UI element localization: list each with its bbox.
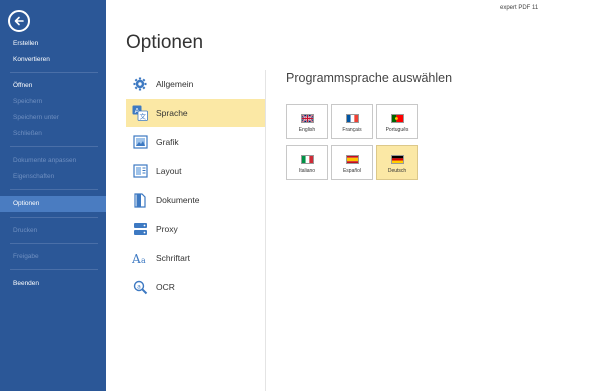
spain-flag-icon — [345, 155, 359, 164]
image-icon — [132, 134, 148, 150]
sidebar-divider — [10, 189, 98, 190]
category-dokumente[interactable]: Dokumente — [126, 186, 266, 214]
sidebar-divider — [10, 269, 98, 270]
sidebar-item-oeffnen[interactable]: Öffnen — [0, 78, 106, 94]
language-tile-portugues[interactable]: Português — [376, 104, 418, 139]
backstage-sidebar: Erstellen Konvertieren Öffnen Speichern … — [0, 0, 106, 391]
sidebar-item-speichern-unter: Speichern unter — [13, 114, 59, 121]
sidebar-item-eigenschaften: Eigenschaften — [13, 173, 55, 180]
category-grafik[interactable]: Grafik — [126, 128, 266, 156]
sidebar-item-freigabe: Freigabe — [13, 253, 39, 260]
sidebar-divider — [10, 243, 98, 244]
language-label: Português — [385, 127, 409, 133]
sidebar-item-schliessen: Schließen — [13, 130, 42, 137]
language-tile-english[interactable]: English — [286, 104, 328, 139]
category-sprache[interactable]: A文 Sprache — [126, 99, 266, 127]
sidebar-item-dokumente-anpassen: Dokumente anpassen — [13, 157, 77, 164]
layout-icon — [132, 163, 148, 179]
network-icon — [132, 221, 148, 237]
svg-text:a: a — [141, 256, 146, 265]
svg-text:A: A — [132, 252, 141, 265]
category-layout[interactable]: Layout — [126, 157, 266, 185]
sidebar-item-optionen[interactable]: Optionen — [0, 196, 106, 212]
category-label: Sprache — [156, 108, 188, 118]
svg-text:文: 文 — [140, 112, 147, 121]
section-title: Programmsprache auswählen — [286, 71, 453, 85]
germany-flag-icon — [390, 155, 404, 164]
category-label: Grafik — [156, 137, 179, 147]
sidebar-item-erstellen[interactable]: Erstellen — [0, 36, 106, 52]
language-label: Italiano — [298, 168, 316, 174]
svg-text:a: a — [137, 283, 141, 290]
sidebar-divider — [10, 146, 98, 147]
sidebar-item-beenden[interactable]: Beenden — [0, 276, 106, 292]
language-label: Français — [342, 127, 362, 133]
france-flag-icon — [345, 114, 359, 123]
category-label: Dokumente — [156, 195, 200, 205]
category-allgemein[interactable]: Allgemein — [126, 70, 266, 98]
document-icon — [132, 192, 148, 208]
sidebar-divider — [10, 72, 98, 73]
sidebar-divider — [10, 217, 98, 218]
font-icon: Aa — [132, 250, 148, 266]
language-label: Español — [342, 168, 362, 174]
sidebar-item-speichern: Speichern — [13, 98, 43, 105]
uk-flag-icon — [300, 114, 314, 123]
language-label: English — [298, 127, 316, 133]
category-label: Allgemein — [156, 79, 194, 89]
panel-divider — [265, 70, 266, 391]
language-tile-deutsch[interactable]: Deutsch — [376, 145, 418, 180]
app-title: expert PDF 11 — [500, 5, 539, 11]
sidebar-item-drucken: Drucken — [13, 227, 38, 234]
language-icon: A文 — [132, 105, 148, 121]
category-label: Layout — [156, 166, 182, 176]
italy-flag-icon — [300, 155, 314, 164]
category-ocr[interactable]: a OCR — [126, 273, 266, 301]
sidebar-item-konvertieren[interactable]: Konvertieren — [0, 52, 106, 68]
category-proxy[interactable]: Proxy — [126, 215, 266, 243]
language-tile-espanol[interactable]: Español — [331, 145, 373, 180]
back-arrow-icon[interactable] — [8, 10, 30, 32]
portugal-flag-icon — [390, 114, 404, 123]
gear-icon — [132, 76, 148, 92]
ocr-icon: a — [132, 279, 148, 295]
language-tile-francais[interactable]: Français — [331, 104, 373, 139]
category-label: OCR — [156, 282, 175, 292]
category-schriftart[interactable]: Aa Schriftart — [126, 244, 266, 272]
page-title: Optionen — [126, 32, 204, 53]
category-label: Schriftart — [156, 253, 191, 263]
language-tile-italiano[interactable]: Italiano — [286, 145, 328, 180]
category-label: Proxy — [156, 224, 178, 234]
language-label: Deutsch — [387, 168, 407, 174]
